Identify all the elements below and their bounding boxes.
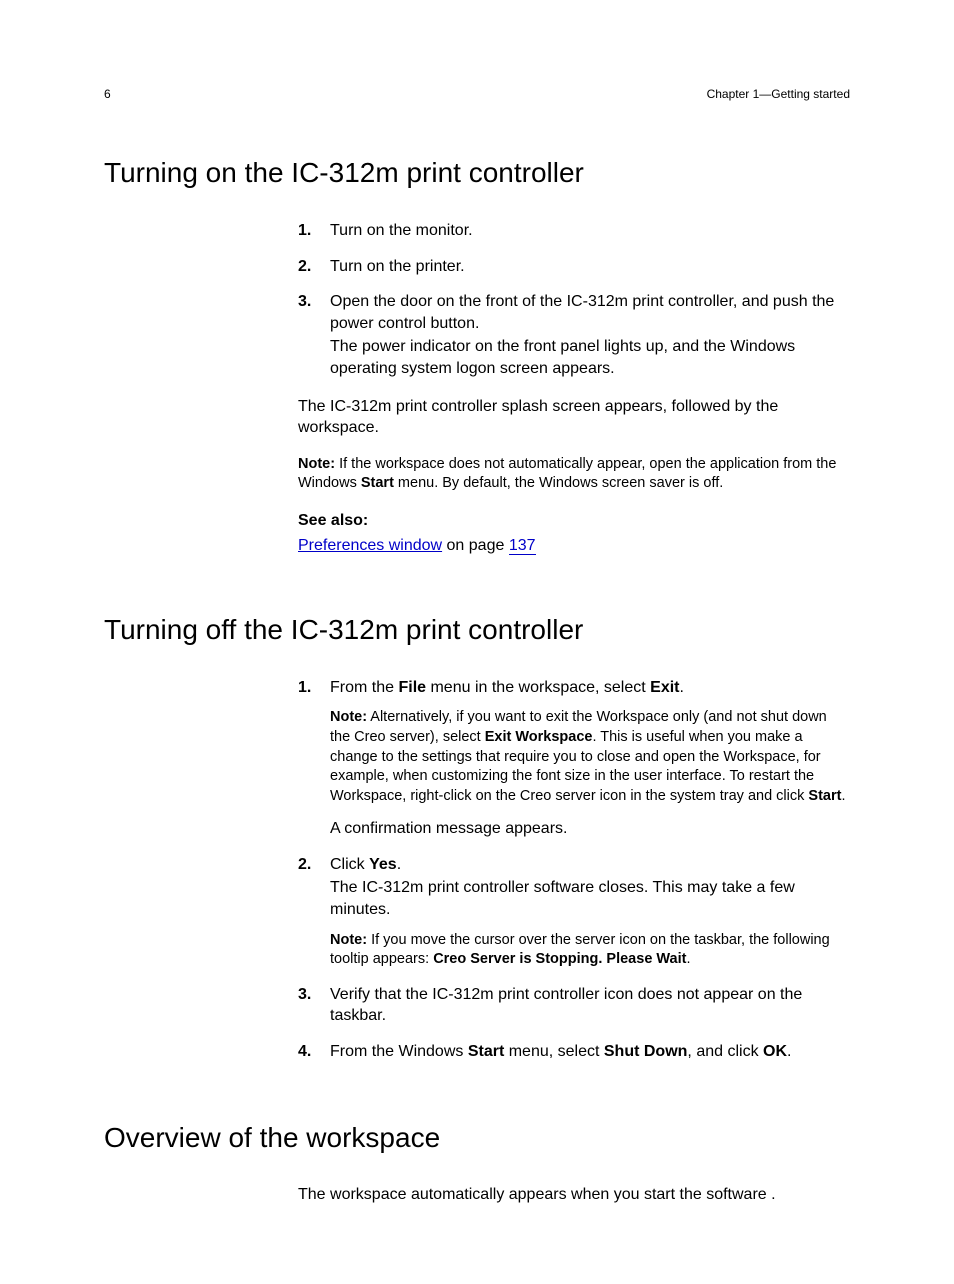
step-number: 3.: [298, 984, 330, 1029]
chapter-label: Chapter 1—Getting started: [707, 86, 850, 102]
step-body: Click Yes. The IC-312m print controller …: [330, 854, 850, 972]
step-2: 2. Turn on the printer.: [298, 256, 850, 280]
section-title-turn-off: Turning off the IC-312m print controller: [104, 611, 850, 649]
step-text: The power indicator on the front panel l…: [330, 336, 850, 379]
page-number: 6: [104, 86, 111, 102]
note-text: menu. By default, the Windows screen sav…: [394, 475, 723, 491]
step-text: The IC-312m print controller software cl…: [330, 877, 850, 920]
page-header: 6 Chapter 1—Getting started: [104, 86, 850, 102]
note-bold: Start: [361, 475, 394, 491]
step-2: 2. Click Yes. The IC-312m print controll…: [298, 854, 850, 972]
step-text: From the Windows Start menu, select Shut…: [330, 1041, 850, 1063]
step-3: 3. Verify that the IC-312m print control…: [298, 984, 850, 1029]
step-body: Turn on the monitor.: [330, 220, 850, 244]
step-text: Turn on the monitor.: [330, 220, 850, 242]
step-text: From the File menu in the workspace, sel…: [330, 677, 850, 699]
section1-after-steps: The IC-312m print controller splash scre…: [298, 396, 850, 439]
step-number: 1.: [298, 220, 330, 244]
section3-content: The workspace automatically appears when…: [298, 1184, 850, 1206]
step-number: 3.: [298, 291, 330, 381]
step1-after: A confirmation message appears.: [330, 818, 850, 840]
step-number: 2.: [298, 256, 330, 280]
section2-content: 1. From the File menu in the workspace, …: [298, 677, 850, 1065]
step-body: Open the door on the front of the IC-312…: [330, 291, 850, 381]
step-1: 1. From the File menu in the workspace, …: [298, 677, 850, 842]
step-number: 4.: [298, 1041, 330, 1065]
page-link-137[interactable]: 137: [509, 537, 536, 555]
step-text: Verify that the IC-312m print controller…: [330, 984, 850, 1027]
section1-content: 1. Turn on the monitor. 2. Turn on the p…: [298, 220, 850, 557]
step-text: Click Yes.: [330, 854, 850, 876]
section1-note: Note: If the workspace does not automati…: [298, 455, 850, 494]
section-title-turn-on: Turning on the IC-312m print controller: [104, 154, 850, 192]
step1-note: Note: Alternatively, if you want to exit…: [330, 708, 850, 806]
step-number: 1.: [298, 677, 330, 842]
note-prefix: Note:: [298, 456, 335, 472]
step2-note: Note: If you move the cursor over the se…: [330, 931, 850, 970]
step-body: From the Windows Start menu, select Shut…: [330, 1041, 850, 1065]
preferences-window-link[interactable]: Preferences window: [298, 537, 442, 554]
step-text: Open the door on the front of the IC-312…: [330, 291, 850, 334]
step-body: Verify that the IC-312m print controller…: [330, 984, 850, 1029]
step-4: 4. From the Windows Start menu, select S…: [298, 1041, 850, 1065]
see-also-line: Preferences window on page 137: [298, 535, 850, 557]
section1-steps: 1. Turn on the monitor. 2. Turn on the p…: [298, 220, 850, 382]
step-1: 1. Turn on the monitor.: [298, 220, 850, 244]
step-body: Turn on the printer.: [330, 256, 850, 280]
section3-para: The workspace automatically appears when…: [298, 1184, 850, 1206]
section2-steps: 1. From the File menu in the workspace, …: [298, 677, 850, 1065]
step-3: 3. Open the door on the front of the IC-…: [298, 291, 850, 381]
see-also-mid: on page: [442, 537, 509, 554]
section-title-overview: Overview of the workspace: [104, 1119, 850, 1157]
step-text: Turn on the printer.: [330, 256, 850, 278]
see-also-label: See also:: [298, 510, 850, 532]
step-number: 2.: [298, 854, 330, 972]
step-body: From the File menu in the workspace, sel…: [330, 677, 850, 842]
